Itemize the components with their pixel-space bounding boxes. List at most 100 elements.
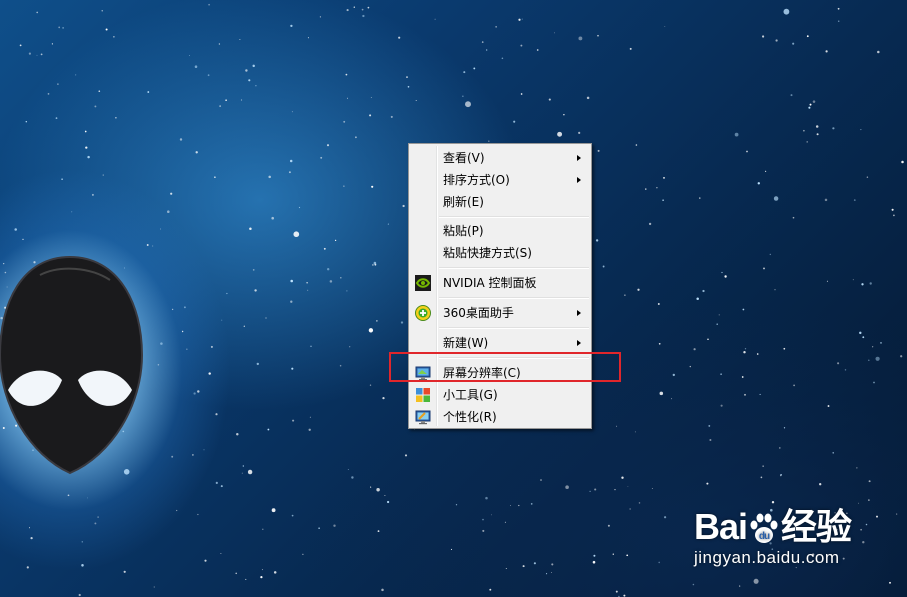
star xyxy=(355,136,357,139)
star xyxy=(489,588,492,591)
menu-item-paste[interactable]: 粘贴(P) xyxy=(411,220,589,242)
star xyxy=(14,228,17,231)
star xyxy=(852,279,854,281)
star xyxy=(773,196,779,201)
star xyxy=(326,144,330,147)
star xyxy=(865,523,868,526)
menu-item-label: 个性化(R) xyxy=(443,410,497,424)
menu-item-label: 粘贴快捷方式(S) xyxy=(443,246,532,260)
watermark-brand-left: Bai xyxy=(694,506,748,547)
star xyxy=(62,27,64,29)
star xyxy=(71,211,73,213)
star xyxy=(183,306,186,309)
star xyxy=(860,129,862,131)
star xyxy=(627,485,629,487)
menu-separator xyxy=(439,327,589,329)
menu-item-view[interactable]: 查看(V) xyxy=(411,147,589,169)
star xyxy=(252,64,255,68)
star xyxy=(94,105,97,108)
star xyxy=(347,97,348,99)
star xyxy=(334,239,337,242)
star xyxy=(482,529,485,532)
menu-item-personalize[interactable]: 个性化(R) xyxy=(411,406,589,428)
star xyxy=(291,111,293,113)
star xyxy=(812,100,816,103)
star xyxy=(708,424,711,427)
star xyxy=(548,98,551,101)
watermark-brand-right: 经验 xyxy=(781,506,852,547)
star xyxy=(877,50,880,54)
star xyxy=(210,345,213,348)
star xyxy=(692,583,695,586)
star xyxy=(520,93,523,95)
star xyxy=(353,6,356,8)
star xyxy=(716,323,718,325)
star xyxy=(815,125,819,128)
star xyxy=(775,39,778,42)
menu-item-sort-by[interactable]: 排序方式(O) xyxy=(411,169,589,191)
star xyxy=(486,49,488,51)
star xyxy=(167,210,170,213)
star xyxy=(540,479,542,481)
annotation-highlight-box xyxy=(389,352,621,382)
star xyxy=(248,79,251,82)
star xyxy=(306,282,308,284)
star xyxy=(351,476,354,479)
star xyxy=(387,223,389,225)
star xyxy=(288,171,291,174)
star xyxy=(896,513,898,515)
star xyxy=(236,433,239,436)
star xyxy=(157,364,160,366)
star xyxy=(578,36,583,41)
menu-item-360-desktop[interactable]: 360桌面助手 xyxy=(411,302,589,324)
menu-item-refresh[interactable]: 刷新(E) xyxy=(411,191,589,213)
star xyxy=(105,28,108,31)
star xyxy=(367,6,370,9)
star xyxy=(241,472,243,474)
star xyxy=(215,413,218,416)
star xyxy=(57,83,59,85)
star xyxy=(518,18,521,21)
gadgets-icon xyxy=(416,388,430,402)
star xyxy=(664,516,667,519)
star xyxy=(345,73,348,76)
star xyxy=(179,138,183,141)
star xyxy=(291,367,294,370)
svg-text:du: du xyxy=(759,531,770,542)
alien-head-logo xyxy=(0,255,144,475)
menu-item-new[interactable]: 新建(W) xyxy=(411,332,589,354)
star xyxy=(382,396,385,400)
star xyxy=(298,206,301,209)
star xyxy=(856,467,858,469)
star xyxy=(741,376,744,378)
menu-item-gadgets[interactable]: 小工具(G) xyxy=(411,384,589,406)
star xyxy=(362,14,365,18)
star xyxy=(513,120,516,123)
star xyxy=(147,91,150,93)
star xyxy=(663,177,665,179)
star xyxy=(47,93,50,95)
star xyxy=(658,342,661,345)
star xyxy=(783,427,786,429)
star xyxy=(873,381,875,384)
menu-item-label: 刷新(E) xyxy=(443,195,484,209)
submenu-arrow-icon xyxy=(577,340,581,346)
star xyxy=(659,391,664,396)
star xyxy=(858,502,859,504)
star xyxy=(404,454,408,457)
star xyxy=(803,129,805,132)
menu-item-nvidia-control-panel[interactable]: NVIDIA 控制面板 xyxy=(411,272,589,294)
star xyxy=(891,208,894,211)
star xyxy=(792,216,795,219)
star xyxy=(724,275,727,278)
star xyxy=(343,120,346,123)
star xyxy=(662,199,664,201)
star xyxy=(323,247,326,250)
star xyxy=(595,239,599,242)
menu-item-paste-shortcut[interactable]: 粘贴快捷方式(S) xyxy=(411,242,589,264)
star xyxy=(450,548,453,550)
menu-item-label: 查看(V) xyxy=(443,151,485,165)
star xyxy=(809,103,812,106)
star xyxy=(696,297,699,301)
star xyxy=(693,348,696,351)
